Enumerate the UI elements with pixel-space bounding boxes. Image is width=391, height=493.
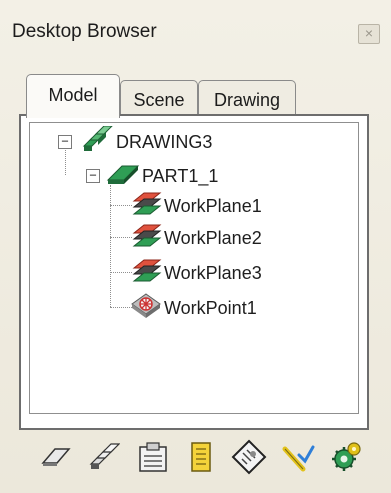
tree-node-label: WorkPlane3 [164,262,262,283]
tree-line [110,237,132,238]
tree-node-workplane1[interactable]: WorkPlane1 [132,191,262,221]
close-icon: × [364,25,374,41]
tree-node-workpoint1[interactable]: WorkPoint1 [130,292,257,325]
clipboard-tool-button[interactable] [135,441,171,477]
diamond-tool-icon [231,439,267,480]
gear-tool-icon [330,441,362,478]
desktop-browser-panel: Desktop Browser × Model Scene Drawing − [0,0,391,493]
model-tree: − DRAWING3 − PART1_1 WorkPlane1 WorkPlan… [29,122,359,414]
tree-line [110,307,132,308]
tree-line [110,185,111,307]
tree-node-drawing3[interactable]: DRAWING3 [80,125,213,159]
assembly-tool-button[interactable] [86,441,122,477]
workplane-icon [132,258,162,289]
drawing-icon [80,125,114,159]
collapse-toggle-drawing3[interactable]: − [58,135,72,149]
check-tool-icon [281,441,315,478]
tree-node-label: WorkPlane2 [164,227,262,248]
model-tab-content: − DRAWING3 − PART1_1 WorkPlane1 WorkPlan… [19,114,369,430]
tab-model[interactable]: Model [26,74,120,118]
tab-model-label: Model [48,85,98,105]
workplane-icon [132,223,162,254]
tree-node-workplane3[interactable]: WorkPlane3 [132,258,262,288]
list-tool-button[interactable] [183,441,219,477]
tab-scene-label: Scene [133,90,185,110]
collapse-toggle-part1-1[interactable]: − [86,169,100,183]
tree-node-label: DRAWING3 [116,131,213,152]
tree-node-label: WorkPlane1 [164,195,262,216]
assembly-tool-icon [88,442,121,477]
check-tool-button[interactable] [280,441,316,477]
title-bar: Desktop Browser × [0,0,391,62]
panel-title: Desktop Browser [12,21,157,42]
tab-drawing-label: Drawing [213,90,281,110]
tree-node-label: WorkPoint1 [164,297,257,318]
tree-line [110,272,132,273]
browser-toolbar [38,436,364,482]
tree-node-workplane2[interactable]: WorkPlane2 [132,223,262,253]
workplane-icon [132,191,162,222]
part-icon [106,162,140,191]
clipboard-tool-icon [137,441,169,478]
tree-node-label: PART1_1 [142,165,219,186]
tab-scene[interactable]: Scene [120,80,198,118]
tab-drawing[interactable]: Drawing [198,80,296,118]
tree-line [110,205,132,206]
close-button[interactable]: × [358,24,380,44]
tree-node-part1-1[interactable]: PART1_1 [106,161,218,191]
list-tool-icon [189,441,213,478]
workpoint-icon [130,292,162,325]
gear-tool-button[interactable] [328,441,364,477]
part-tool-button[interactable] [38,441,74,477]
diamond-tool-button[interactable] [231,439,267,480]
part-tool-icon [41,445,71,474]
tree-line [65,145,66,175]
